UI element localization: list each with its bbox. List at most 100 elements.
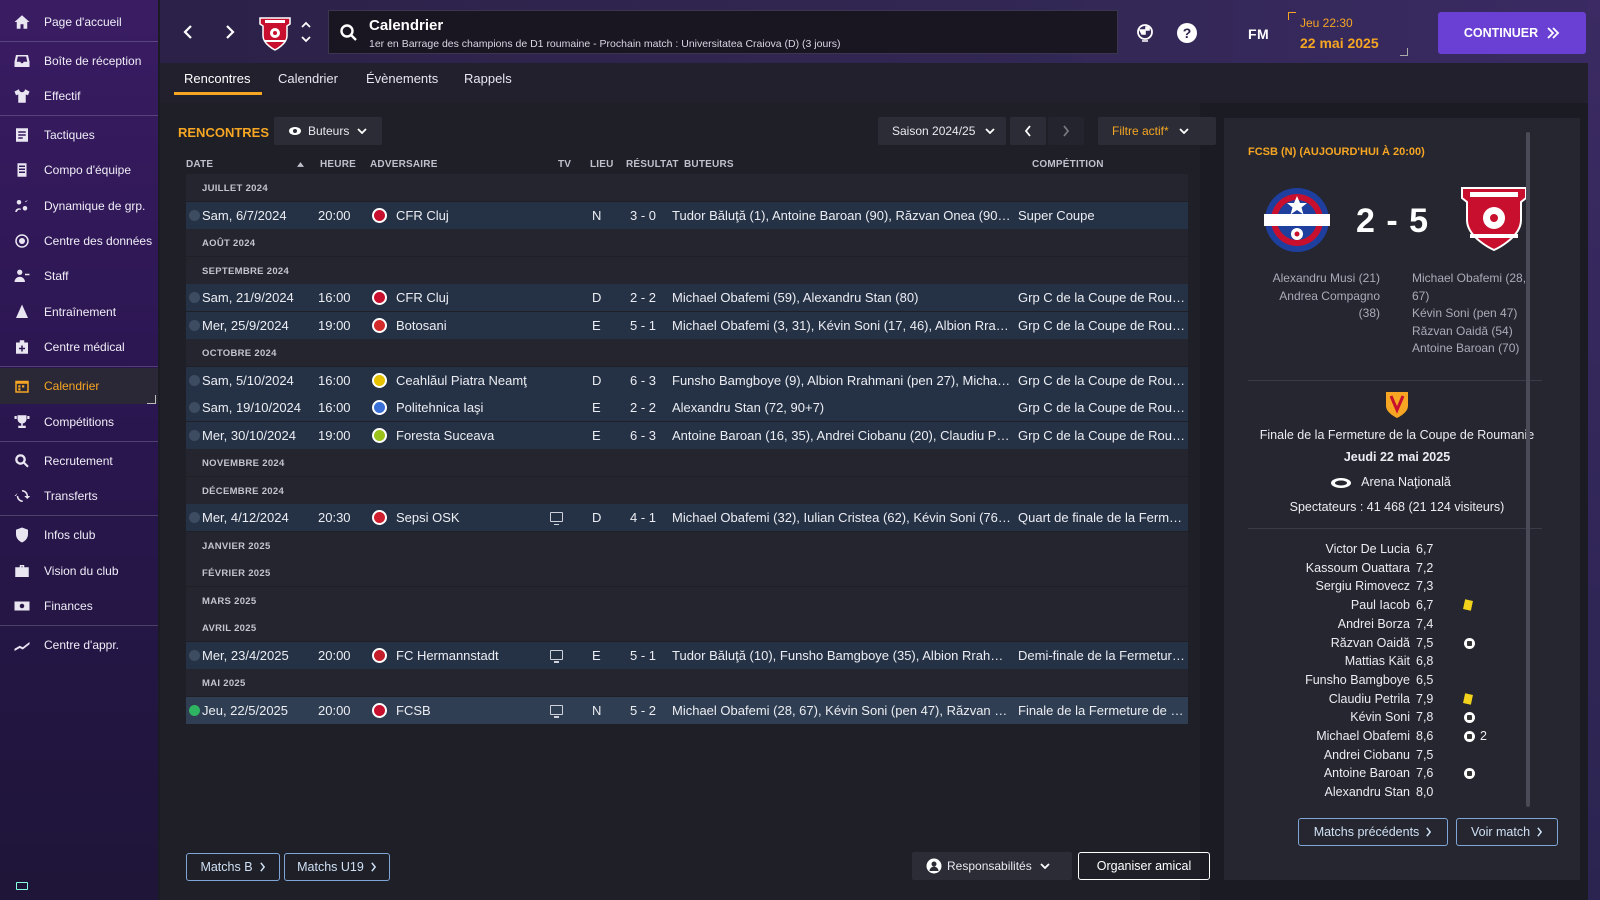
continue-button[interactable]: CONTINUER <box>1438 12 1586 54</box>
forward-button[interactable] <box>220 22 240 42</box>
world-icon[interactable] <box>1134 22 1156 44</box>
column-header-time[interactable]: HEURE <box>320 159 356 170</box>
sidebar-item-dynamics[interactable]: Dynamique de grp. <box>0 188 158 224</box>
tab-reminders[interactable]: Rappels <box>464 71 512 95</box>
fixture-opponent[interactable]: Politehnica Iaşi <box>396 400 546 415</box>
opponent-crest-icon[interactable] <box>372 510 387 525</box>
opponent-crest-icon[interactable] <box>372 427 387 443</box>
fixture-row[interactable]: Mer, 30/10/2024 19:00 Foresta Suceava E 6 - … <box>186 421 1188 449</box>
column-header-tv[interactable]: TV <box>558 159 571 170</box>
column-header-venue[interactable]: LIEU <box>590 159 614 170</box>
fixture-row[interactable]: Mer, 25/9/2024 19:00 Botosani E 5 - 1 Michael… <box>186 311 1188 339</box>
sidebar-item-staff[interactable]: Staff <box>0 258 158 294</box>
b-matches-button[interactable]: Matchs B <box>186 853 280 881</box>
sidebar-item-club-info[interactable]: Infos club <box>0 517 158 553</box>
sidebar-item-inbox[interactable]: Boîte de réception <box>0 43 158 79</box>
fixture-opponent[interactable]: FCSB <box>396 703 546 718</box>
club-badge-icon[interactable] <box>256 12 294 52</box>
previous-matches-button[interactable]: Matchs précédents <box>1298 818 1448 846</box>
sidebar-item-tactics[interactable]: Tactiques <box>0 117 158 153</box>
chevron-down-icon <box>985 128 996 134</box>
fixture-competition: Demi-finale de la Fermeture de la Coupe … <box>1018 647 1186 663</box>
player-name: Victor De Lucia <box>1325 542 1410 556</box>
view-match-button[interactable]: Voir match <box>1456 818 1558 846</box>
club-crest-icon[interactable] <box>1458 180 1530 260</box>
player-name: Răzvan Oaidă <box>1330 635 1410 650</box>
sidebar-item-scouting[interactable]: Recrutement <box>0 443 158 479</box>
fixture-row[interactable]: Sam, 5/10/2024 16:00 Ceahlăul Piatra Neamţ… <box>186 366 1188 394</box>
sidebar-item-development-centre[interactable]: Centre d'appr. <box>0 627 158 663</box>
opponent-crest-icon[interactable] <box>372 207 387 223</box>
fixture-opponent[interactable]: CFR Cluj <box>396 290 546 305</box>
opponent-crest-icon[interactable] <box>372 317 387 333</box>
fixture-opponent[interactable]: Foresta Suceava <box>396 428 546 443</box>
back-button[interactable] <box>178 22 198 42</box>
month-header-row: DÉCEMBRE 2024 <box>186 476 1188 504</box>
opponent-crest-icon[interactable] <box>372 400 387 415</box>
sidebar-item-medical[interactable]: Centre médical <box>0 329 158 365</box>
fixture-time: 20:30 <box>318 510 351 525</box>
fixture-opponent[interactable]: Botosani <box>396 318 546 333</box>
tab-events[interactable]: Évènements <box>366 71 438 95</box>
trophy-icon <box>12 412 32 432</box>
tab-calendar[interactable]: Calendrier <box>278 71 338 95</box>
sidebar-item-home[interactable]: Page d'accueil <box>0 4 158 40</box>
arrange-friendly-button[interactable]: Organiser amical <box>1078 852 1210 880</box>
fixture-row[interactable]: Sam, 21/9/2024 16:00 CFR Cluj D 2 - 2 Michael… <box>186 284 1188 311</box>
sidebar-item-competitions[interactable]: Compétitions <box>0 404 158 440</box>
sidebar-item-club-vision[interactable]: Vision du club <box>0 553 158 589</box>
next-season-button[interactable] <box>1048 117 1084 145</box>
opponent-crest-icon[interactable] <box>372 290 387 305</box>
opponent-crest-icon[interactable] <box>372 372 387 388</box>
fixture-opponent[interactable]: Ceahlăul Piatra Neamţ <box>396 373 546 388</box>
season-dropdown[interactable]: Saison 2024/25 <box>878 117 1006 145</box>
page-title-search-box[interactable]: Calendrier 1er en Barrage des champions … <box>328 10 1118 54</box>
sidebar-item-training[interactable]: Entraînement <box>0 294 158 330</box>
transfer-arrows-icon <box>12 486 32 506</box>
club-switcher[interactable] <box>300 18 312 46</box>
sidebar-item-transfers[interactable]: Transferts <box>0 478 158 514</box>
opponent-crest-icon[interactable] <box>372 647 387 663</box>
fixture-row[interactable]: Sam, 6/7/2024 20:00 CFR Cluj N 3 - 0 Tudor Bă… <box>186 201 1188 229</box>
sidebar-item-finances[interactable]: Finances <box>0 588 158 624</box>
column-header-opponent[interactable]: ADVERSAIRE <box>370 159 438 170</box>
fixture-row[interactable]: Mer, 4/12/2024 20:30 Sepsi OSK D 4 - 1 Michae… <box>186 504 1188 531</box>
cup-competition-logo-icon <box>1386 392 1408 418</box>
fixture-row[interactable]: Sam, 19/10/2024 16:00 Politehnica Iaşi E 2 -… <box>186 394 1188 421</box>
fixture-opponent[interactable]: FC Hermannstadt <box>396 648 546 663</box>
column-header-result[interactable]: RÉSULTAT <box>626 159 679 170</box>
detail-scrollbar[interactable] <box>1526 132 1530 807</box>
data-hub-icon <box>12 231 32 251</box>
responsibilities-dropdown[interactable]: Responsabilités <box>912 852 1072 880</box>
help-icon[interactable]: ? <box>1176 22 1198 44</box>
month-label: MAI 2025 <box>202 678 246 689</box>
fm-logo[interactable]: FM <box>1248 26 1269 42</box>
sidebar-item-label: Calendrier <box>44 379 100 393</box>
column-header-competition[interactable]: COMPÉTITION <box>1032 159 1104 170</box>
previous-season-button[interactable] <box>1010 117 1046 145</box>
divider <box>1248 380 1542 381</box>
filter-dropdown[interactable]: Filtre actif* <box>1098 117 1216 145</box>
fixture-date: Jeu, 22/5/2025 <box>202 702 289 718</box>
fixture-row[interactable]: Mer, 23/4/2025 20:00 FC Hermannstadt E 5 - 1… <box>186 641 1188 669</box>
u19-matches-button[interactable]: Matchs U19 <box>284 853 390 881</box>
fixture-date: Sam, 5/10/2024 <box>202 372 294 388</box>
played-indicator-icon <box>189 374 200 386</box>
opponent-crest-icon[interactable] <box>372 702 387 718</box>
player-name: Andrei Borza <box>1337 616 1410 631</box>
view-selector-dropdown[interactable]: Buteurs <box>274 117 382 145</box>
fixture-opponent[interactable]: Sepsi OSK <box>396 510 546 525</box>
training-icon <box>12 302 32 322</box>
player-name: Kassoum Ouattara <box>1305 560 1410 575</box>
sidebar-item-squad[interactable]: Effectif <box>0 78 158 114</box>
fcsb-crest-icon[interactable] <box>1262 180 1332 260</box>
sidebar-item-calendar[interactable]: Calendrier <box>0 368 158 404</box>
fixture-scorers: Funsho Bamgboye (9), Albion Rrahmani (pe… <box>672 372 1014 388</box>
column-header-date[interactable]: DATE <box>186 159 213 170</box>
fixture-opponent[interactable]: CFR Cluj <box>396 208 546 223</box>
sidebar-item-team-selection[interactable]: Compo d'équipe <box>0 152 158 188</box>
status-indicator-icon[interactable] <box>16 882 28 890</box>
fixture-row[interactable]: Jeu, 22/5/2025 20:00 FCSB N 5 - 2 Michael Oba… <box>186 696 1188 724</box>
sidebar-item-data-hub[interactable]: Centre des données <box>0 223 158 259</box>
column-header-scorers[interactable]: BUTEURS <box>684 159 734 170</box>
